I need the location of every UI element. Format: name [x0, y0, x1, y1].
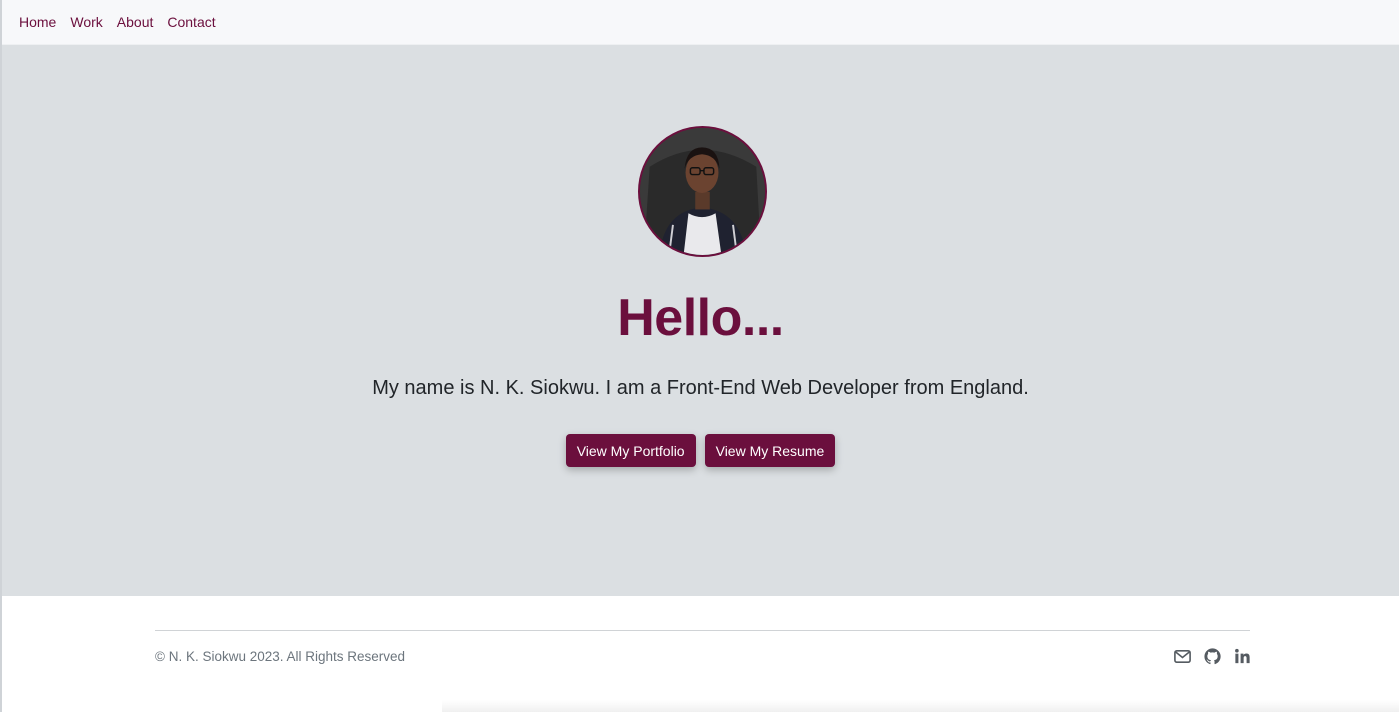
- nav-link-about[interactable]: About: [117, 14, 154, 30]
- nav-link-contact[interactable]: Contact: [167, 14, 215, 30]
- envelope-icon[interactable]: [1173, 647, 1192, 666]
- avatar: [638, 126, 767, 257]
- bottom-shadow: [442, 700, 1399, 712]
- hero-intro: My name is N. K. Siokwu. I am a Front-En…: [372, 377, 1029, 399]
- social-links: [1173, 647, 1252, 666]
- nav-link-work[interactable]: Work: [70, 14, 102, 30]
- hero-section: Hello... My name is N. K. Siokwu. I am a…: [2, 45, 1399, 596]
- github-icon[interactable]: [1203, 647, 1222, 666]
- view-resume-button[interactable]: View My Resume: [704, 434, 836, 467]
- profile-photo: [640, 128, 765, 255]
- footer-divider: [155, 630, 1250, 631]
- hero-heading: Hello...: [617, 289, 784, 347]
- copyright-text: © N. K. Siokwu 2023. All Rights Reserved: [155, 649, 406, 664]
- navbar: Home Work About Contact: [2, 0, 1399, 45]
- view-portfolio-button[interactable]: View My Portfolio: [565, 434, 696, 467]
- nav-link-home[interactable]: Home: [19, 14, 56, 30]
- hero-button-row: View My Portfolio View My Resume: [2, 434, 1399, 467]
- linkedin-icon[interactable]: [1233, 647, 1252, 666]
